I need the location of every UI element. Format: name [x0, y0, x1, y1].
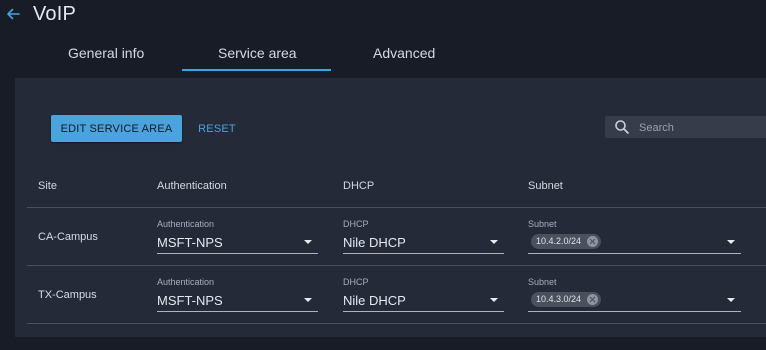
- service-area-panel: EDIT SERVICE AREA RESET Site Authenticat…: [15, 78, 766, 337]
- column-header-site: Site: [38, 180, 57, 192]
- search-icon: [615, 120, 629, 134]
- column-header-authentication: Authentication: [157, 180, 227, 192]
- subnet-select[interactable]: 10.4.3.0/24: [528, 289, 741, 312]
- caret-down-icon: [727, 240, 735, 244]
- chip-close-icon[interactable]: [587, 236, 599, 247]
- dhcp-select[interactable]: Nile DHCP: [343, 231, 504, 254]
- subnet-chip: 10.4.3.0/24: [531, 292, 602, 307]
- caret-down-icon: [304, 240, 312, 244]
- dhcp-select[interactable]: Nile DHCP: [343, 289, 504, 312]
- caret-down-icon: [490, 298, 498, 302]
- tab-general-info[interactable]: General info: [68, 45, 144, 61]
- field-label: Authentication: [157, 219, 215, 229]
- page-header: VoIP General info Service area Advanced: [0, 0, 766, 72]
- caret-down-icon: [304, 298, 312, 302]
- authentication-value: MSFT-NPS: [157, 235, 223, 250]
- site-name: CA-Campus: [38, 231, 98, 243]
- search-input[interactable]: [637, 118, 766, 138]
- dhcp-value: Nile DHCP: [343, 293, 406, 308]
- field-label: Subnet: [528, 277, 557, 287]
- caret-down-icon: [490, 240, 498, 244]
- column-header-subnet: Subnet: [528, 180, 563, 192]
- column-header-dhcp: DHCP: [343, 180, 375, 192]
- table-bottom-divider: [27, 323, 766, 324]
- field-label: DHCP: [343, 277, 369, 287]
- table-row: TX-Campus Authentication MSFT-NPS DHCP N…: [27, 265, 766, 324]
- edit-service-area-button[interactable]: EDIT SERVICE AREA: [51, 115, 182, 142]
- subnet-select[interactable]: 10.4.2.0/24: [528, 231, 741, 254]
- table-row: CA-Campus Authentication MSFT-NPS DHCP N…: [27, 207, 766, 266]
- subnet-chip: 10.4.2.0/24: [531, 234, 602, 249]
- caret-down-icon: [727, 298, 735, 302]
- field-label: Authentication: [157, 277, 215, 287]
- subnet-chip-label: 10.4.2.0/24: [536, 236, 582, 246]
- back-arrow-icon[interactable]: [5, 6, 21, 22]
- field-label: Subnet: [528, 219, 557, 229]
- authentication-select[interactable]: MSFT-NPS: [157, 289, 318, 312]
- active-tab-indicator: [182, 69, 331, 71]
- site-name: TX-Campus: [38, 289, 97, 301]
- authentication-select[interactable]: MSFT-NPS: [157, 231, 318, 254]
- authentication-value: MSFT-NPS: [157, 293, 223, 308]
- dhcp-value: Nile DHCP: [343, 235, 406, 250]
- search-box[interactable]: [605, 116, 766, 138]
- reset-button[interactable]: RESET: [192, 115, 242, 142]
- page-title: VoIP: [33, 3, 77, 25]
- tab-service-area[interactable]: Service area: [218, 45, 297, 61]
- chip-close-icon[interactable]: [587, 294, 599, 305]
- field-label: DHCP: [343, 219, 369, 229]
- tab-advanced[interactable]: Advanced: [373, 45, 435, 61]
- subnet-chip-label: 10.4.3.0/24: [536, 294, 582, 304]
